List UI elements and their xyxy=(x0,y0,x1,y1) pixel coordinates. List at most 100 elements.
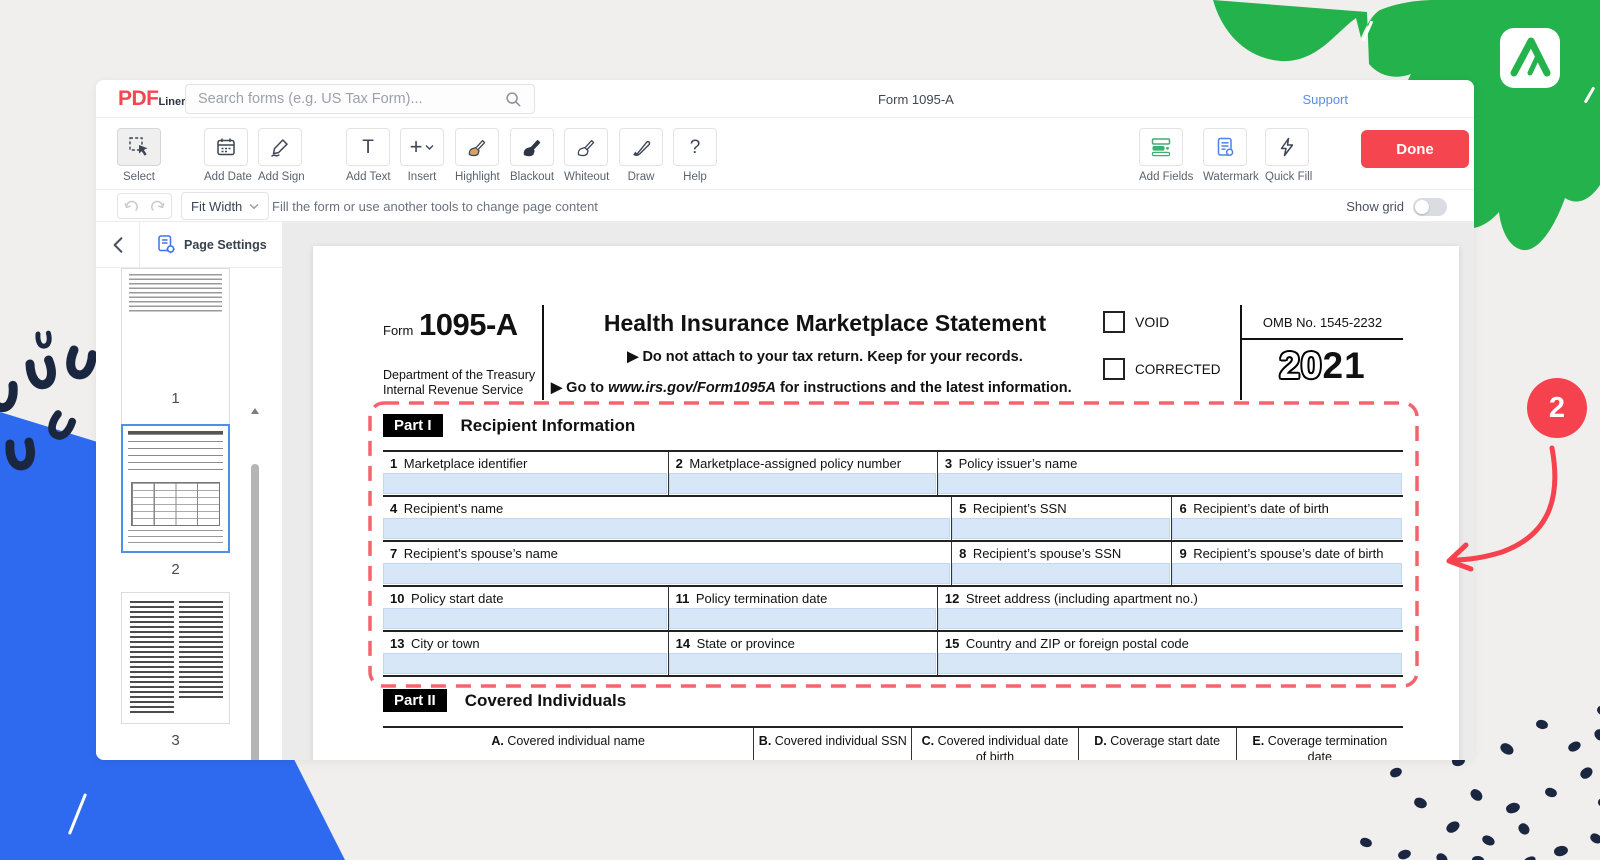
part1-field-15: 15 Country and ZIP or foreign postal cod… xyxy=(938,632,1403,675)
search-input[interactable] xyxy=(185,84,535,114)
dot-decoration xyxy=(1535,719,1548,730)
toolbar: Select Add Date Add Sign T xyxy=(96,118,1474,190)
highlight-button[interactable]: Highlight xyxy=(455,128,499,185)
divider xyxy=(1242,338,1403,340)
dot-decoration xyxy=(1553,844,1569,857)
blackout-button[interactable]: Blackout xyxy=(510,128,554,185)
field-input[interactable] xyxy=(383,473,667,494)
field-input[interactable] xyxy=(383,653,667,674)
whiteout-brush-icon xyxy=(575,136,597,158)
field-input[interactable] xyxy=(952,518,1170,539)
watermark-icon xyxy=(1214,136,1236,158)
quick-fill-button[interactable]: Quick Fill xyxy=(1265,128,1309,185)
support-link[interactable]: Support xyxy=(1302,92,1348,107)
dot-decoration xyxy=(1444,819,1461,835)
corrected-checkbox-row: CORRECTED xyxy=(1103,358,1221,380)
form-instruction-2: ▶ Go to www.irs.gov/Form1095A for instru… xyxy=(551,380,1072,396)
field-label: 13 City or town xyxy=(383,632,668,653)
corrected-checkbox[interactable] xyxy=(1103,358,1125,380)
part2-column-header: E. Coverage termination date xyxy=(1236,728,1403,760)
field-input[interactable] xyxy=(669,473,936,494)
blackout-brush-icon xyxy=(521,136,543,158)
done-button[interactable]: Done xyxy=(1361,130,1469,168)
page-settings-icon xyxy=(156,234,177,255)
pdfliner-logo[interactable]: PDFLiner xyxy=(118,87,185,111)
dot-decoration xyxy=(1359,837,1373,849)
page-settings-button[interactable]: Page Settings xyxy=(156,234,267,255)
field-input[interactable] xyxy=(938,473,1402,494)
field-label: 10 Policy start date xyxy=(383,587,668,608)
add-date-button[interactable]: Add Date xyxy=(204,128,248,185)
dot-decoration xyxy=(1498,741,1515,757)
redo-icon xyxy=(150,198,166,214)
field-input[interactable] xyxy=(938,653,1402,674)
sidebar-scrollbar[interactable] xyxy=(249,408,261,760)
page-thumbnail-2-selected[interactable] xyxy=(121,424,230,553)
part1-title: Recipient Information xyxy=(461,416,636,436)
watermark-button[interactable]: Watermark xyxy=(1203,128,1247,185)
select-tool-button[interactable]: Select xyxy=(117,128,161,185)
part2-header: Part II Covered Individuals xyxy=(383,689,626,712)
insert-button[interactable]: + Insert xyxy=(400,128,444,185)
void-label: VOID xyxy=(1135,314,1169,330)
irs-url: www.irs.gov/Form1095A xyxy=(608,380,776,396)
part1-field-11: 11 Policy termination date xyxy=(669,587,938,630)
field-label: 12 Street address (including apartment n… xyxy=(938,587,1403,608)
part1-row: 1 Marketplace identifier2 Marketplace-as… xyxy=(383,450,1403,495)
part1-row: 13 City or town14 State or province15 Co… xyxy=(383,630,1403,675)
form-page: Form 1095-A Department of the Treasury I… xyxy=(313,246,1459,760)
page-thumbnail-3[interactable] xyxy=(121,592,230,724)
part1-field-10: 10 Policy start date xyxy=(383,587,669,630)
dot-decoration xyxy=(1435,851,1450,860)
field-input[interactable] xyxy=(938,608,1402,629)
part1-header: Part I Recipient Information xyxy=(383,414,635,437)
add-fields-button[interactable]: Add Fields xyxy=(1139,128,1183,185)
whiteout-button[interactable]: Whiteout xyxy=(564,128,608,185)
part1-field-2: 2 Marketplace-assigned policy number xyxy=(669,452,938,495)
add-sign-button[interactable]: Add Sign xyxy=(258,128,302,185)
field-label: 2 Marketplace-assigned policy number xyxy=(669,452,937,473)
thumbnail-sketch xyxy=(179,601,223,701)
field-input[interactable] xyxy=(669,653,936,674)
part1-row: 7 Recipient’s spouse’s name8 Recipient’s… xyxy=(383,540,1403,585)
collapse-sidebar-button[interactable] xyxy=(108,236,128,254)
dot-decoration xyxy=(1596,704,1600,716)
sidebar-header: Page Settings xyxy=(96,222,282,268)
field-input[interactable] xyxy=(1172,563,1402,584)
redo-button[interactable] xyxy=(144,193,172,219)
help-button[interactable]: ? Help xyxy=(673,128,717,185)
show-grid-toggle[interactable] xyxy=(1413,198,1447,216)
part1-field-14: 14 State or province xyxy=(669,632,938,675)
agency-lines: Department of the Treasury Internal Reve… xyxy=(383,368,535,399)
dot-decoration xyxy=(1589,832,1600,846)
dot-decoration xyxy=(1567,739,1583,753)
part2-column-header: C. Covered individual date of birth xyxy=(911,728,1077,760)
chevron-down-icon xyxy=(249,203,259,210)
dot-decoration xyxy=(1413,796,1429,810)
field-input[interactable] xyxy=(1172,518,1402,539)
void-checkbox[interactable] xyxy=(1103,311,1125,333)
field-input[interactable] xyxy=(383,518,950,539)
search-icon[interactable] xyxy=(504,90,522,108)
field-input[interactable] xyxy=(669,608,936,629)
add-text-button[interactable]: T Add Text xyxy=(346,128,390,185)
field-input[interactable] xyxy=(383,608,667,629)
part2-title: Covered Individuals xyxy=(465,691,627,711)
undo-button[interactable] xyxy=(117,193,145,219)
dot-decoration xyxy=(1481,834,1497,848)
draw-button[interactable]: Draw xyxy=(619,128,663,185)
zoom-mode-dropdown[interactable]: Fit Width xyxy=(181,192,269,220)
dot-decoration xyxy=(1472,856,1484,860)
thumbnail-sketch xyxy=(128,530,223,547)
field-label: 8 Recipient’s spouse’s SSN xyxy=(952,542,1171,563)
scroll-up-arrow[interactable] xyxy=(251,408,259,414)
part1-field-7: 7 Recipient’s spouse’s name xyxy=(383,542,952,585)
view-bar: Fit Width Fill the form or use another t… xyxy=(96,190,1474,222)
undo-icon xyxy=(123,198,139,214)
field-input[interactable] xyxy=(383,563,950,584)
scrollbar-thumb[interactable] xyxy=(251,464,259,760)
dot-decoration xyxy=(1389,766,1404,779)
highlighter-icon xyxy=(466,136,488,158)
part1-field-6: 6 Recipient’s date of birth xyxy=(1172,497,1403,540)
field-input[interactable] xyxy=(952,563,1170,584)
